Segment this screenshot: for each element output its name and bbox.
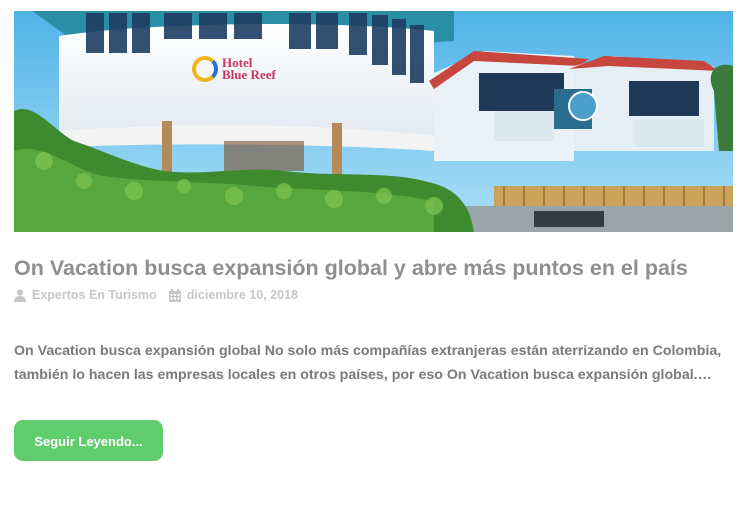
logo-text: Hotel Blue Reef [222,55,276,82]
user-icon [14,288,26,302]
post-author[interactable]: Expertos En Turismo [14,288,157,302]
logo-swirl-icon [192,56,218,82]
calendar-icon [168,288,181,302]
hotel-photo [14,11,733,232]
read-more-button[interactable]: Seguir Leyendo... [14,420,163,461]
author-name: Expertos En Turismo [32,288,157,302]
post-meta: Expertos En Turismo diciembre 10, 2018 [14,287,310,303]
hotel-logo: Hotel Blue Reef [192,56,276,82]
featured-image[interactable]: Hotel Blue Reef [14,11,733,232]
date-text: diciembre 10, 2018 [186,288,298,302]
post-title[interactable]: On Vacation busca expansión global y abr… [14,254,734,282]
post-excerpt: On Vacation busca expansión global No so… [14,343,722,383]
post-date[interactable]: diciembre 10, 2018 [168,288,298,302]
